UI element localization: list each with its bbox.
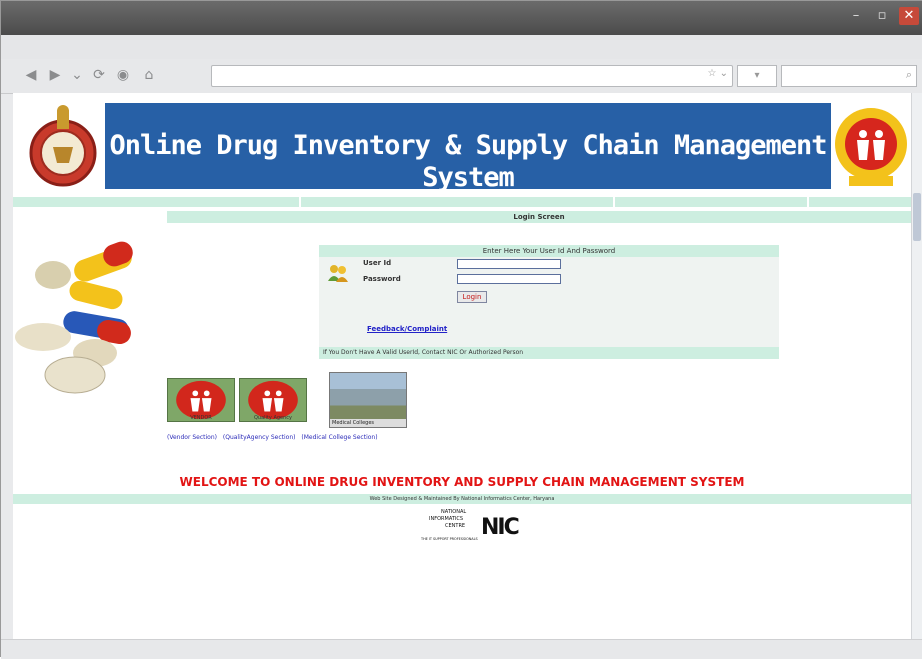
login-screen-title: Login Screen xyxy=(513,213,565,221)
vertical-scrollbar[interactable] xyxy=(911,93,922,639)
nrhm-emblem-icon xyxy=(835,108,907,186)
stop-icon[interactable]: ◉ xyxy=(115,67,131,83)
haryana-emblem-icon xyxy=(29,105,97,187)
address-controls-icon[interactable]: ☆ ⌄ xyxy=(707,68,728,79)
close-button[interactable]: ✕ xyxy=(899,7,919,25)
vendor-tile-caption: VENDOR xyxy=(190,415,212,421)
nic-logo-line3: CENTRE xyxy=(445,523,465,529)
nic-logo-line1: NATIONAL xyxy=(441,509,466,515)
vendor-section-link[interactable]: (Vendor Section) xyxy=(167,434,217,441)
scrollbar-thumb[interactable] xyxy=(913,193,921,241)
nic-logo-mark: NIC xyxy=(481,515,519,540)
nic-logo-line2: INFORMATICS xyxy=(429,516,463,522)
address-bar[interactable]: ☆ ⌄ xyxy=(211,65,733,87)
nic-logo-tagline: THE IT SUPPORT PROFESSIONALS xyxy=(420,537,478,541)
login-box-title: Enter Here Your User Id And Password xyxy=(319,245,779,257)
window-titlebar: – ▫ ✕ xyxy=(1,1,922,35)
banner-title-panel: Online Drug Inventory & Supply Chain Man… xyxy=(105,103,831,193)
welcome-heading: WELCOME TO ONLINE DRUG INVENTORY AND SUP… xyxy=(179,475,745,489)
section-tiles: VENDOR Quality Agency Medical Colleges (… xyxy=(167,372,467,452)
login-note: If You Don't Have A Valid UserId, Contac… xyxy=(319,347,779,359)
footer-credit: Web Site Designed & Maintained By Nation… xyxy=(13,494,911,504)
reload-icon[interactable]: ⟳ xyxy=(91,67,107,83)
quality-agency-tile[interactable]: Quality Agency xyxy=(239,378,307,422)
login-screen-header: Login Screen xyxy=(167,211,911,223)
users-icon xyxy=(328,265,348,282)
maximize-button[interactable]: ▫ xyxy=(873,8,891,24)
search-input[interactable]: ⌕ xyxy=(781,65,917,87)
browser-window: – ▫ ✕ ◀ ▶ ⌄ ⟳ ◉ ⌂ ☆ ⌄ ▾ ⌕ Online Drug In… xyxy=(0,0,922,659)
vendor-section-tile[interactable]: VENDOR xyxy=(167,378,235,422)
home-icon[interactable]: ⌂ xyxy=(141,67,157,83)
password-input[interactable] xyxy=(457,274,561,284)
feedback-complaint-link[interactable]: Feedback/Complaint xyxy=(367,325,447,333)
menu-bar xyxy=(1,35,922,60)
medical-college-tile[interactable]: Medical Colleges xyxy=(329,372,407,428)
search-icon[interactable]: ⌕ xyxy=(906,68,912,82)
site-banner: Online Drug Inventory & Supply Chain Man… xyxy=(13,97,911,193)
page-viewport: Online Drug Inventory & Supply Chain Man… xyxy=(13,93,911,639)
back-icon[interactable]: ◀ xyxy=(23,67,39,83)
nic-logo: NATIONAL INFORMATICS CENTRE NIC THE IT S… xyxy=(420,509,521,541)
quality-agency-tile-caption: Quality Agency xyxy=(253,415,292,421)
quality-agency-section-link[interactable]: (QualityAgency Section) xyxy=(223,434,296,441)
history-dropdown-icon[interactable]: ⌄ xyxy=(69,67,85,83)
login-button[interactable]: Login xyxy=(457,291,487,303)
status-bar xyxy=(1,639,922,659)
engine-dropdown[interactable]: ▾ xyxy=(737,65,777,87)
userid-input[interactable] xyxy=(457,259,561,269)
forward-icon[interactable]: ▶ xyxy=(47,67,63,83)
section-links: (Vendor Section) (QualityAgency Section)… xyxy=(167,434,382,441)
nav-toolbar: ◀ ▶ ⌄ ⟳ ◉ ⌂ ☆ ⌄ ▾ ⌕ xyxy=(1,59,922,94)
menu-strip xyxy=(13,197,911,207)
medical-college-section-link[interactable]: (Medical College Section) xyxy=(301,434,377,441)
medical-college-caption: Medical Colleges xyxy=(330,419,406,427)
minimize-button[interactable]: – xyxy=(847,8,865,24)
userid-label: User Id xyxy=(363,259,392,267)
login-box: Enter Here Your User Id And Password Use… xyxy=(319,245,779,359)
password-label: Password xyxy=(363,275,401,283)
medicine-pills-image xyxy=(15,241,133,394)
site-title: Online Drug Inventory & Supply Chain Man… xyxy=(109,130,827,193)
